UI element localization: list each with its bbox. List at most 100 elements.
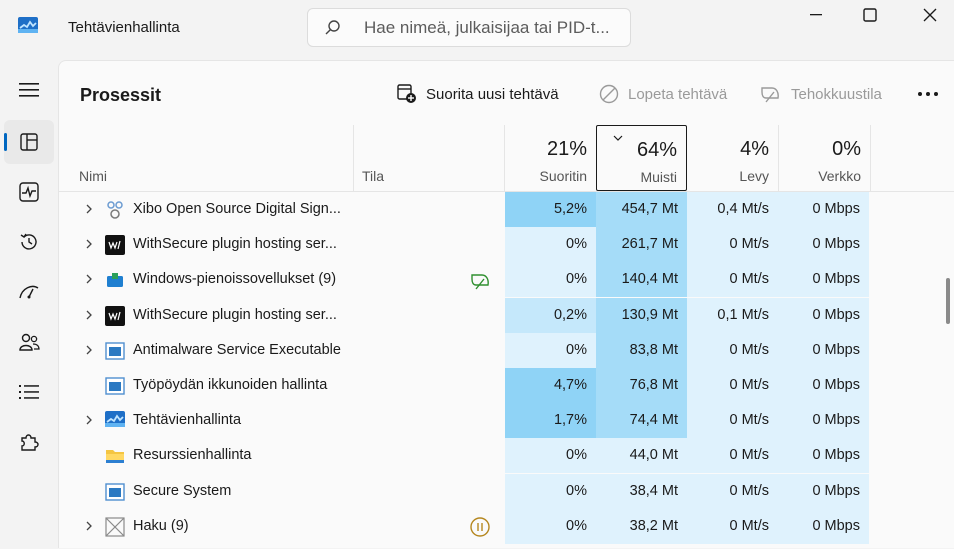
disk-cell: 0 Mt/s [687,438,778,474]
minimize-icon [810,14,822,16]
efficiency-leaf-icon [761,87,779,103]
table-row[interactable]: Työpöydän ikkunoiden hallinta 4,7% 76,8 Mt… [59,368,871,403]
chevron-right-icon[interactable] [82,308,96,322]
nav-startup-apps[interactable] [4,270,54,314]
chevron-right-icon[interactable] [82,519,96,533]
efficiency-mode-button[interactable]: Tehokkuustila [760,79,882,109]
chevron-right-icon[interactable] [82,343,96,357]
column-label-disk: Levy [739,168,769,184]
table-row[interactable]: Secure System 0% 38,4 Mt 0 Mt/s 0 Mbps [59,473,871,509]
details-list-icon [19,385,39,399]
nav-performance[interactable] [4,170,54,214]
cpu-cell: 1,7% [505,403,596,439]
column-header-disk[interactable]: 4% Levy [687,125,778,191]
run-new-task-button[interactable]: Suorita uusi tehtävä [397,79,559,109]
network-cell: 0 Mbps [778,192,869,227]
process-name: Xibo Open Source Digital Sign... [133,201,341,217]
cpu-cell: 5,2% [505,192,596,227]
navigation-rail [0,56,58,548]
chevron-right-icon[interactable] [82,202,96,216]
network-cell: 0 Mbps [778,297,869,333]
more-options-button[interactable] [911,81,945,107]
process-name: Secure System [133,482,232,499]
table-row[interactable]: Tehtävienhallinta 1,7% 74,4 Mt 0 Mt/s 0 Mbps [59,403,871,439]
process-name: Työpöydän ikkunoiden hallinta [133,377,328,393]
minimize-button[interactable] [793,2,839,28]
service-window-icon [105,341,125,361]
task-manager-icon [105,411,125,431]
sort-descending-icon [613,135,623,141]
table-row[interactable]: Antimalware Service Executable 0% 83,8 Mt 0… [59,332,871,368]
processes-icon [20,133,38,151]
table-row[interactable]: Haku (9) 0% 38,2 Mt 0 Mt/s 0 Mbps [59,508,871,544]
table-row[interactable]: Xibo Open Source Digital Sign... 5,2% 454,… [59,192,871,227]
history-icon [20,233,37,250]
column-label-network: Verkko [818,168,861,184]
disk-cell: 0 Mt/s [687,473,778,509]
column-header-memory[interactable]: 64% Muisti [596,125,687,191]
column-label-name: Nimi [79,168,107,184]
network-total-percent: 0% [832,138,861,160]
chevron-right-icon[interactable] [82,272,96,286]
end-task-label: Lopeta tehtävä [628,85,728,103]
process-name: Resurssienhallinta [133,447,252,464]
network-cell: 0 Mbps [778,368,869,403]
table-row[interactable]: Windows-pienoissovellukset (9) 0% 140,4 Mt… [59,262,871,298]
cpu-cell: 0% [505,227,596,263]
nav-services[interactable] [4,420,54,464]
disk-cell: 0 Mt/s [687,508,778,544]
end-task-button[interactable]: Lopeta tehtävä [599,79,727,109]
column-header-name[interactable]: Nimi [59,125,353,191]
memory-cell: 454,7 Mt [596,192,687,227]
network-cell: 0 Mbps [778,332,869,368]
search-input[interactable] [364,15,624,41]
more-dot [926,92,930,96]
memory-cell: 130,9 Mt [596,297,687,333]
cpu-cell: 4,7% [505,368,596,403]
disk-cell: 0 Mt/s [687,368,778,403]
column-header-status[interactable]: Tila [354,125,504,191]
process-name: WithSecure plugin hosting ser... [133,236,337,253]
column-header-cpu[interactable]: 21% Suoritin [505,125,596,191]
table-row[interactable]: WithSecure plugin hosting ser... 0,2% 130,… [59,297,871,333]
disk-cell: 0 Mt/s [687,262,778,298]
run-new-task-label: Suorita uusi tehtävä [426,85,559,103]
table-row[interactable]: WithSecure plugin hosting ser... 0% 261,7 … [59,227,871,263]
column-divider[interactable] [870,125,871,191]
cpu-cell: 0% [505,438,596,474]
nav-details[interactable] [4,370,54,414]
search-box[interactable] [307,8,631,47]
disk-total-percent: 4% [740,138,769,160]
app-title: Tehtävienhallinta [68,19,180,36]
memory-cell: 261,7 Mt [596,227,687,263]
disk-cell: 0 Mt/s [687,403,778,439]
startup-speedometer-icon [19,285,39,299]
disk-cell: 0,1 Mt/s [687,297,778,333]
maximize-button[interactable] [847,2,893,28]
nav-app-history[interactable] [4,220,54,264]
nav-menu-toggle[interactable] [4,68,54,112]
cpu-total-percent: 21% [546,138,587,160]
chevron-right-icon[interactable] [82,237,96,251]
network-cell: 0 Mbps [778,403,869,439]
cpu-cell: 0% [505,508,596,544]
hamburger-icon [19,83,39,97]
vertical-scrollbar-thumb[interactable] [946,278,950,324]
nav-processes[interactable] [4,120,54,164]
process-name: Haku (9) [133,517,189,534]
memory-cell: 38,4 Mt [596,473,687,509]
memory-cell: 83,8 Mt [596,332,687,368]
close-icon [923,8,937,22]
users-icon [19,333,40,351]
more-dot [934,92,938,96]
network-cell: 0 Mbps [778,262,869,298]
nav-users[interactable] [4,320,54,364]
close-button[interactable] [907,2,953,28]
memory-cell: 44,0 Mt [596,438,687,474]
cpu-cell: 0% [505,332,596,368]
column-header-network[interactable]: 0% Verkko [779,125,870,191]
memory-cell: 74,4 Mt [596,403,687,439]
chevron-right-icon[interactable] [82,413,96,427]
disk-cell: 0 Mt/s [687,227,778,263]
table-row[interactable]: Resurssienhallinta 0% 44,0 Mt 0 Mt/s 0 Mbps [59,438,871,474]
